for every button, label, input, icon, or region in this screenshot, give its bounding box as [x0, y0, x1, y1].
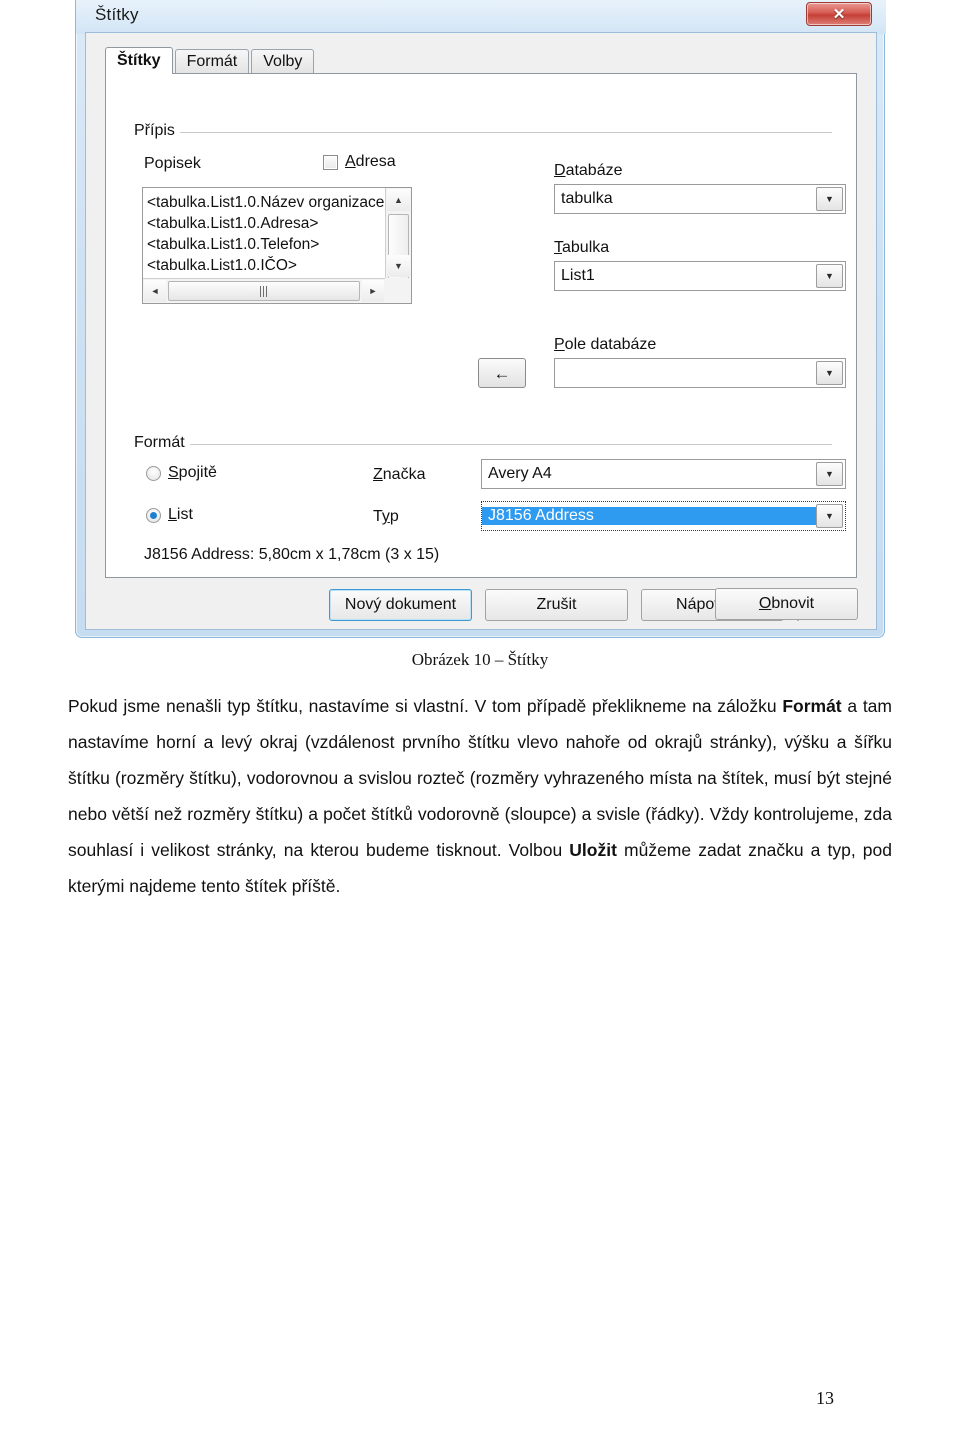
adresa-checkbox-row[interactable]: Adresa	[323, 153, 396, 171]
page-number: 13	[0, 1388, 960, 1409]
radio-spojite-row[interactable]: Spojitě	[146, 464, 217, 482]
databaze-value: tabulka	[561, 190, 613, 207]
databaze-label: Databáze	[554, 162, 623, 179]
chevron-down-icon[interactable]: ▼	[816, 504, 843, 528]
adresa-label: Adresa	[345, 153, 396, 170]
bold-format: Formát	[782, 696, 842, 716]
scroll-up-icon[interactable]: ▲	[387, 189, 410, 211]
arrow-left-icon: ←	[493, 363, 511, 383]
chevron-down-icon[interactable]: ▼	[816, 361, 843, 385]
tabulka-value: List1	[561, 267, 595, 284]
new-document-button[interactable]: Nový dokument	[329, 589, 472, 621]
tab-strip: Štítky Formát Volby	[105, 47, 316, 74]
inscription-listbox[interactable]: <tabulka.List1.0.Název organizace> <tabu…	[142, 187, 412, 304]
listbox-vertical-scrollbar[interactable]: ▲ ▼	[385, 188, 411, 303]
inscription-list-items: <tabulka.List1.0.Název organizace> <tabu…	[147, 192, 393, 276]
list-item[interactable]: <tabulka.List1.0.IČO>	[147, 255, 377, 276]
chevron-down-icon[interactable]: ▼	[816, 187, 843, 211]
tab-volby[interactable]: Volby	[251, 49, 315, 74]
popisek-label: Popisek	[144, 155, 201, 172]
bold-ulozit: Uložit	[569, 840, 617, 860]
typ-combo[interactable]: J8156 Address ▼	[481, 501, 846, 531]
chevron-down-icon[interactable]: ▼	[816, 264, 843, 288]
scroll-grip-icon	[260, 285, 268, 297]
adresa-checkbox[interactable]	[323, 154, 338, 170]
paragraph-part-2: a tam nastavíme horní a levý okraj (vzdá…	[68, 696, 892, 860]
cancel-button[interactable]: Zrušit	[485, 589, 628, 621]
close-button[interactable]: ✕	[806, 2, 872, 26]
figure-caption: Obrázek 10 – Štítky	[411, 650, 549, 669]
typ-value: J8156 Address	[482, 507, 816, 525]
tab-format[interactable]: Formát	[174, 49, 250, 74]
close-icon: ✕	[832, 5, 846, 23]
paragraph-part-1: Pokud jsme nenašli typ štítku, nastavíme…	[68, 696, 783, 716]
znacka-combo[interactable]: Avery A4 ▼	[481, 459, 846, 489]
reset-button[interactable]: Obnovit	[715, 588, 858, 620]
typ-label: Typ	[373, 508, 399, 525]
list-item[interactable]: <tabulka.List1.0.Název organizace>	[147, 192, 393, 213]
group-format-label: Formát	[132, 434, 190, 452]
listbox-horizontal-scrollbar[interactable]: ◄ ►	[143, 278, 385, 303]
databaze-combo[interactable]: tabulka ▼	[554, 184, 846, 214]
insert-field-button[interactable]: ←	[478, 358, 526, 388]
tab-page-stitky: Přípis Popisek Adresa <tabulka.List1.0.N…	[105, 73, 857, 578]
list-label: List	[168, 506, 193, 523]
dialog-titlebar[interactable]: Štítky ✕	[76, 0, 886, 34]
format-info-text: J8156 Address: 5,80cm x 1,78cm (3 x 15)	[144, 546, 440, 563]
labels-dialog-window: Štítky ✕ Štítky Formát Volby Přípis Popi…	[75, 0, 886, 638]
list-item[interactable]: <tabulka.List1.0.Adresa>	[147, 213, 377, 234]
group-format-line	[132, 444, 832, 445]
tab-stitky[interactable]: Štítky	[105, 47, 173, 74]
pole-databaze-label: Pole databáze	[554, 336, 657, 353]
znacka-label: Značka	[373, 466, 426, 483]
scroll-right-icon[interactable]: ►	[362, 280, 384, 302]
body-paragraph: Pokud jsme nenašli typ štítku, nastavíme…	[68, 688, 892, 904]
scroll-left-icon[interactable]: ◄	[144, 280, 166, 302]
group-pripis-label: Přípis	[132, 122, 180, 140]
tabulka-label: Tabulka	[554, 239, 610, 256]
dialog-title: Štítky	[95, 5, 139, 24]
group-pripis-line	[132, 132, 832, 133]
screenshot-figure: Štítky ✕ Štítky Formát Volby Přípis Popi…	[75, 0, 886, 640]
scroll-down-icon[interactable]: ▼	[387, 255, 410, 277]
scrollbar-corner	[385, 278, 411, 303]
spojite-radio[interactable]	[146, 465, 161, 481]
page-number-value: 13	[816, 1388, 834, 1408]
list-item[interactable]: <tabulka.List1.0.Telefon>	[147, 234, 377, 255]
radio-list-row[interactable]: List	[146, 506, 193, 524]
znacka-value: Avery A4	[488, 465, 552, 482]
chevron-down-icon[interactable]: ▼	[816, 462, 843, 486]
dialog-body: Štítky Formát Volby Přípis Popisek Adres…	[85, 32, 877, 630]
horizontal-scroll-thumb[interactable]	[168, 281, 360, 301]
reset-button-label: Obnovit	[758, 595, 815, 612]
spojite-label: Spojitě	[168, 464, 217, 481]
list-radio[interactable]	[146, 507, 161, 523]
tabulka-combo[interactable]: List1 ▼	[554, 261, 846, 291]
pole-databaze-combo[interactable]: ▼	[554, 358, 846, 388]
